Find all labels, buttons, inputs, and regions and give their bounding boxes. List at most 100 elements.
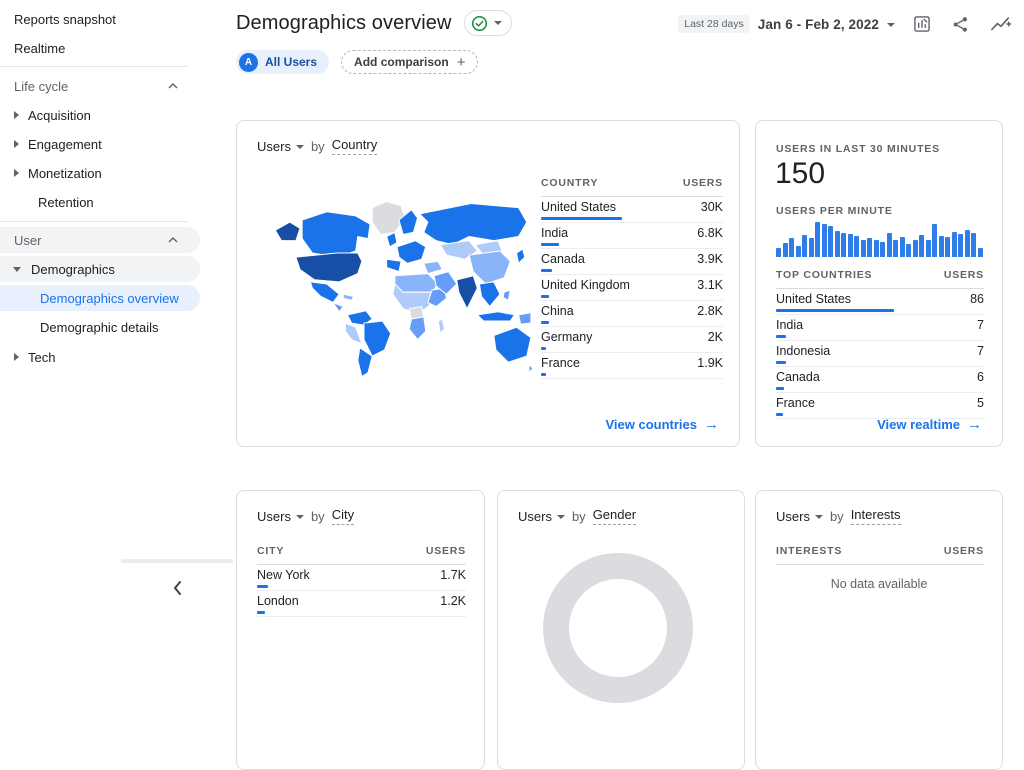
users-by-country-card: Users by Country bbox=[236, 120, 740, 447]
row-value: 2K bbox=[708, 331, 723, 344]
chevron-down-icon bbox=[296, 145, 304, 149]
users-last-30-min-label: USERS IN LAST 30 MINUTES bbox=[776, 143, 940, 155]
minute-bar bbox=[841, 233, 846, 257]
insights-button[interactable] bbox=[990, 13, 1012, 35]
metric-dropdown[interactable]: Users bbox=[518, 509, 552, 524]
table-row: China2.8K bbox=[541, 301, 723, 327]
date-preset-badge: Last 28 days bbox=[678, 15, 750, 33]
country-users-table: COUNTRY USERS United States30KIndia6.8KC… bbox=[541, 177, 723, 379]
row-value-bar bbox=[541, 321, 549, 324]
row-value-bar bbox=[541, 295, 549, 298]
table-row: New York1.7K bbox=[257, 565, 466, 591]
card-header: Users by Country bbox=[257, 137, 377, 155]
sidebar-scrollbar[interactable] bbox=[121, 559, 233, 563]
sidebar-section-user[interactable]: User bbox=[0, 227, 200, 253]
minute-bar bbox=[939, 236, 944, 257]
row-value: 1.2K bbox=[440, 595, 466, 608]
users-last-30-min-value: 150 bbox=[775, 157, 825, 191]
row-value-bar bbox=[776, 361, 786, 364]
chevron-down-icon bbox=[887, 23, 895, 27]
row-label: Canada bbox=[541, 253, 585, 266]
minute-bar bbox=[971, 233, 976, 257]
table-row: Canada6 bbox=[776, 367, 984, 393]
sidebar-item-reports-snapshot[interactable]: Reports snapshot bbox=[0, 6, 200, 32]
sidebar-item-retention[interactable]: Retention bbox=[0, 189, 200, 215]
metric-dropdown[interactable]: Users bbox=[257, 509, 291, 524]
minute-bar bbox=[887, 233, 892, 257]
row-value: 1.7K bbox=[440, 569, 466, 582]
sidebar-item-engagement[interactable]: Engagement bbox=[0, 131, 200, 157]
chevron-down-icon bbox=[557, 515, 565, 519]
plus-icon: + bbox=[457, 54, 466, 71]
row-label: France bbox=[776, 397, 815, 410]
minute-bar bbox=[900, 237, 905, 257]
minute-bar bbox=[945, 237, 950, 257]
table-header: COUNTRY USERS bbox=[541, 177, 723, 197]
row-label: India bbox=[541, 227, 568, 240]
minute-bar bbox=[783, 243, 788, 257]
sidebar-item-monetization[interactable]: Monetization bbox=[0, 160, 200, 186]
minute-bar bbox=[789, 238, 794, 257]
metric-dropdown[interactable]: Users bbox=[776, 509, 810, 524]
divider bbox=[0, 66, 188, 67]
report-status-dropdown[interactable] bbox=[464, 10, 512, 36]
minute-bar bbox=[776, 248, 781, 257]
minute-bar bbox=[867, 238, 872, 257]
view-countries-link[interactable]: View countries → bbox=[605, 416, 719, 433]
sidebar-item-acquisition[interactable]: Acquisition bbox=[0, 102, 200, 128]
realtime-card: USERS IN LAST 30 MINUTES 150 USERS PER M… bbox=[755, 120, 1003, 447]
minute-bar bbox=[815, 222, 820, 257]
row-value-bar bbox=[776, 387, 784, 390]
dimension-selector[interactable]: City bbox=[332, 507, 354, 525]
minute-bar bbox=[893, 240, 898, 257]
row-value-bar bbox=[776, 309, 894, 312]
arrow-right-icon: → bbox=[704, 416, 719, 433]
minute-bar bbox=[828, 226, 833, 257]
page-title: Demographics overview bbox=[236, 12, 452, 35]
row-value: 30K bbox=[701, 201, 723, 214]
view-realtime-link[interactable]: View realtime → bbox=[877, 416, 982, 433]
row-value-bar bbox=[257, 585, 268, 588]
table-row: France1.9K bbox=[541, 353, 723, 379]
row-value: 5 bbox=[977, 397, 984, 410]
world-map-choropleth[interactable] bbox=[265, 193, 533, 384]
table-row: London1.2K bbox=[257, 591, 466, 617]
row-value-bar bbox=[776, 335, 786, 338]
sidebar-item-demographics[interactable]: Demographics bbox=[0, 256, 200, 282]
date-range-selector[interactable]: Jan 6 - Feb 2, 2022 bbox=[758, 17, 879, 32]
sidebar-item-demographics-overview[interactable]: Demographics overview bbox=[0, 285, 200, 311]
table-body: United States30KIndia6.8KCanada3.9KUnite… bbox=[541, 197, 723, 379]
table-row: United Kingdom3.1K bbox=[541, 275, 723, 301]
chevron-down-icon bbox=[494, 21, 502, 25]
comparison-avatar: A bbox=[239, 53, 258, 72]
table-row: Germany 2K bbox=[541, 327, 723, 353]
chevron-down-icon bbox=[296, 515, 304, 519]
row-value: 7 bbox=[977, 319, 984, 332]
share-report-button[interactable] bbox=[951, 13, 973, 35]
table-row: Indonesia7 bbox=[776, 341, 984, 367]
all-users-chip[interactable]: A All Users bbox=[236, 50, 329, 74]
row-value: 86 bbox=[970, 293, 984, 306]
add-comparison-button[interactable]: Add comparison + bbox=[341, 50, 478, 74]
minute-bar bbox=[926, 240, 931, 257]
sidebar-item-demographic-details[interactable]: Demographic details bbox=[0, 314, 200, 340]
sidebar-item-realtime[interactable]: Realtime bbox=[0, 35, 200, 61]
metric-dropdown[interactable]: Users bbox=[257, 139, 291, 154]
card-header: Users by Gender bbox=[518, 507, 636, 525]
minute-bar bbox=[965, 230, 970, 257]
dimension-selector[interactable]: Gender bbox=[593, 507, 636, 525]
chevron-down-icon bbox=[815, 515, 823, 519]
collapse-sidebar-button[interactable] bbox=[166, 577, 188, 599]
table-header: INTERESTS USERS bbox=[776, 545, 984, 565]
dimension-selector[interactable]: Country bbox=[332, 137, 378, 155]
dimension-selector[interactable]: Interests bbox=[851, 507, 901, 525]
users-by-interests-card: Users by Interests INTERESTS USERS No da… bbox=[755, 490, 1003, 770]
customize-report-button[interactable] bbox=[912, 13, 934, 35]
sidebar-item-tech[interactable]: Tech bbox=[0, 344, 200, 370]
check-circle-icon bbox=[471, 15, 488, 32]
row-value-bar bbox=[257, 611, 265, 614]
report-nav-sidebar: Reports snapshot Realtime Life cycle Acq… bbox=[0, 0, 212, 612]
minute-bar bbox=[880, 242, 885, 257]
row-label: Germany bbox=[541, 331, 592, 344]
sidebar-section-life-cycle[interactable]: Life cycle bbox=[0, 73, 200, 99]
